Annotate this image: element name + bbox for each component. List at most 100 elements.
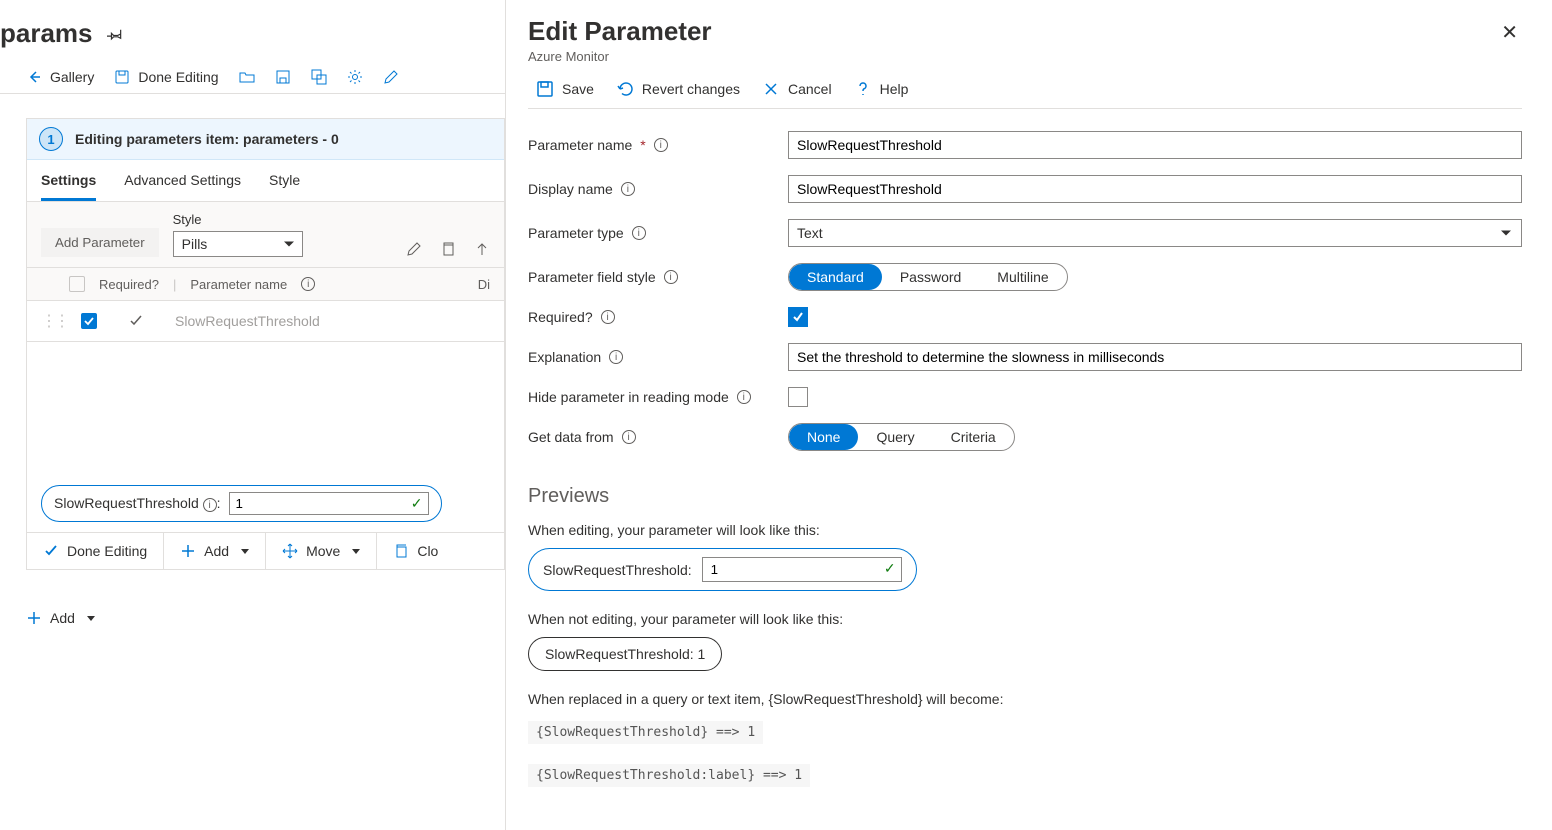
style-label: Style [173,212,303,227]
field-style-password[interactable]: Password [882,264,979,290]
bottom-add-button[interactable]: Add [0,570,505,626]
param-name-input[interactable] [788,131,1522,159]
info-icon[interactable]: i [203,498,217,512]
get-data-segmented: None Query Criteria [788,423,1015,451]
gallery-button[interactable]: Gallery [26,69,94,85]
preview-not-editing-text: When not editing, your parameter will lo… [528,611,1522,627]
info-icon[interactable]: i [601,310,615,324]
preview-editing-input[interactable] [702,557,902,582]
checkmark-icon [791,310,805,324]
footer-clone[interactable]: Clo [377,533,454,569]
diskette-icon[interactable] [275,69,291,85]
parameter-preview-pill: SlowRequestThreshold i: ✓ [41,485,442,522]
checkmark-icon: ✓ [884,560,896,577]
preview-pill-input[interactable] [229,492,429,515]
done-editing-button[interactable]: Done Editing [114,69,218,85]
add-parameter-button[interactable]: Add Parameter [41,228,159,257]
arrow-up-icon[interactable] [474,241,490,257]
x-icon [762,80,780,98]
arrow-left-icon [26,69,42,85]
required-checkbox[interactable] [788,307,808,327]
get-data-query[interactable]: Query [858,424,932,450]
required-label: Required?i [528,309,788,325]
preview-code-2: {SlowRequestThreshold:label} ==> 1 [528,764,810,787]
tab-style[interactable]: Style [269,172,300,201]
chevron-down-icon [241,549,249,554]
gear-icon[interactable] [347,69,363,85]
get-data-label: Get data fromi [528,429,788,445]
footer-move[interactable]: Move [266,533,377,569]
hide-checkbox[interactable] [788,387,808,407]
plus-icon [26,610,42,626]
style-select[interactable]: Pills [173,231,303,257]
settings-bar: Add Parameter Style Pills [27,202,504,268]
col-required: Required? [99,277,159,292]
explanation-input[interactable] [788,343,1522,371]
save-icon [536,80,554,98]
field-style-multiline[interactable]: Multiline [979,264,1066,290]
info-icon[interactable]: i [632,226,646,240]
previews-heading: Previews [528,485,1522,508]
display-name-label: Display namei [528,181,788,197]
cancel-button[interactable]: Cancel [762,80,832,98]
card-tabs: Settings Advanced Settings Style [27,160,504,202]
pencil-icon[interactable] [383,69,399,85]
drag-handle-icon[interactable]: ⋮⋮ [41,311,67,331]
footer-add[interactable]: Add [164,533,266,569]
help-button[interactable]: Help [854,80,909,98]
save-button[interactable]: Save [536,80,594,98]
main-toolbar: Gallery Done Editing [0,59,505,94]
info-icon[interactable]: i [737,390,751,404]
col-parameter-name: Parameter name [190,277,287,292]
preview-editing-text: When editing, your parameter will look l… [528,522,1522,538]
close-icon[interactable]: ✕ [1497,16,1522,49]
checkmark-icon [83,315,95,327]
chevron-down-icon [87,616,95,621]
row-param-name: SlowRequestThreshold [175,313,320,329]
field-style-standard[interactable]: Standard [789,264,882,290]
footer-done-editing[interactable]: Done Editing [27,533,164,569]
panel-title: Edit Parameter [528,16,712,47]
info-icon[interactable]: i [621,182,635,196]
card-header: 1 Editing parameters item: parameters - … [27,119,504,160]
row-checkbox[interactable] [81,313,97,329]
tab-advanced-settings[interactable]: Advanced Settings [124,172,241,201]
info-icon[interactable]: i [664,270,678,284]
display-name-input[interactable] [788,175,1522,203]
field-style-label: Parameter field stylei [528,269,788,285]
preview-code-1: {SlowRequestThreshold} ==> 1 [528,721,763,744]
preview-replaced-text: When replaced in a query or text item, {… [528,691,1522,707]
save-icon [114,69,130,85]
card-header-text: Editing parameters item: parameters - 0 [75,131,339,147]
table-row[interactable]: ⋮⋮ SlowRequestThreshold [27,301,504,342]
copy-icon[interactable] [440,241,456,257]
move-icon [282,543,298,559]
param-type-label: Parameter typei [528,225,788,241]
revert-button[interactable]: Revert changes [616,80,740,98]
explanation-label: Explanationi [528,349,788,365]
info-icon[interactable]: i [301,277,315,291]
info-icon[interactable]: i [654,138,668,152]
get-data-criteria[interactable]: Criteria [933,424,1014,450]
info-icon[interactable]: i [622,430,636,444]
hide-label: Hide parameter in reading modei [528,389,788,405]
field-style-segmented: Standard Password Multiline [788,263,1068,291]
get-data-none[interactable]: None [789,424,858,450]
open-icon[interactable] [239,69,255,85]
chevron-down-icon [352,549,360,554]
header-checkbox[interactable] [69,276,85,292]
copy-save-icon[interactable] [311,69,327,85]
preview-editing-pill: SlowRequestThreshold: ✓ [528,548,917,591]
checkmark-icon [43,543,59,559]
info-icon[interactable]: i [609,350,623,364]
pin-icon[interactable] [107,26,123,42]
edit-icon[interactable] [406,241,422,257]
preview-pill-label: SlowRequestThreshold i: [54,495,221,513]
card-footer: Done Editing Add Move Clo [27,532,504,569]
help-icon [854,80,872,98]
checkmark-icon: ✓ [411,495,423,512]
step-badge: 1 [39,127,63,151]
param-type-select[interactable]: Text [788,219,1522,247]
undo-icon [616,80,634,98]
tab-settings[interactable]: Settings [41,172,96,201]
